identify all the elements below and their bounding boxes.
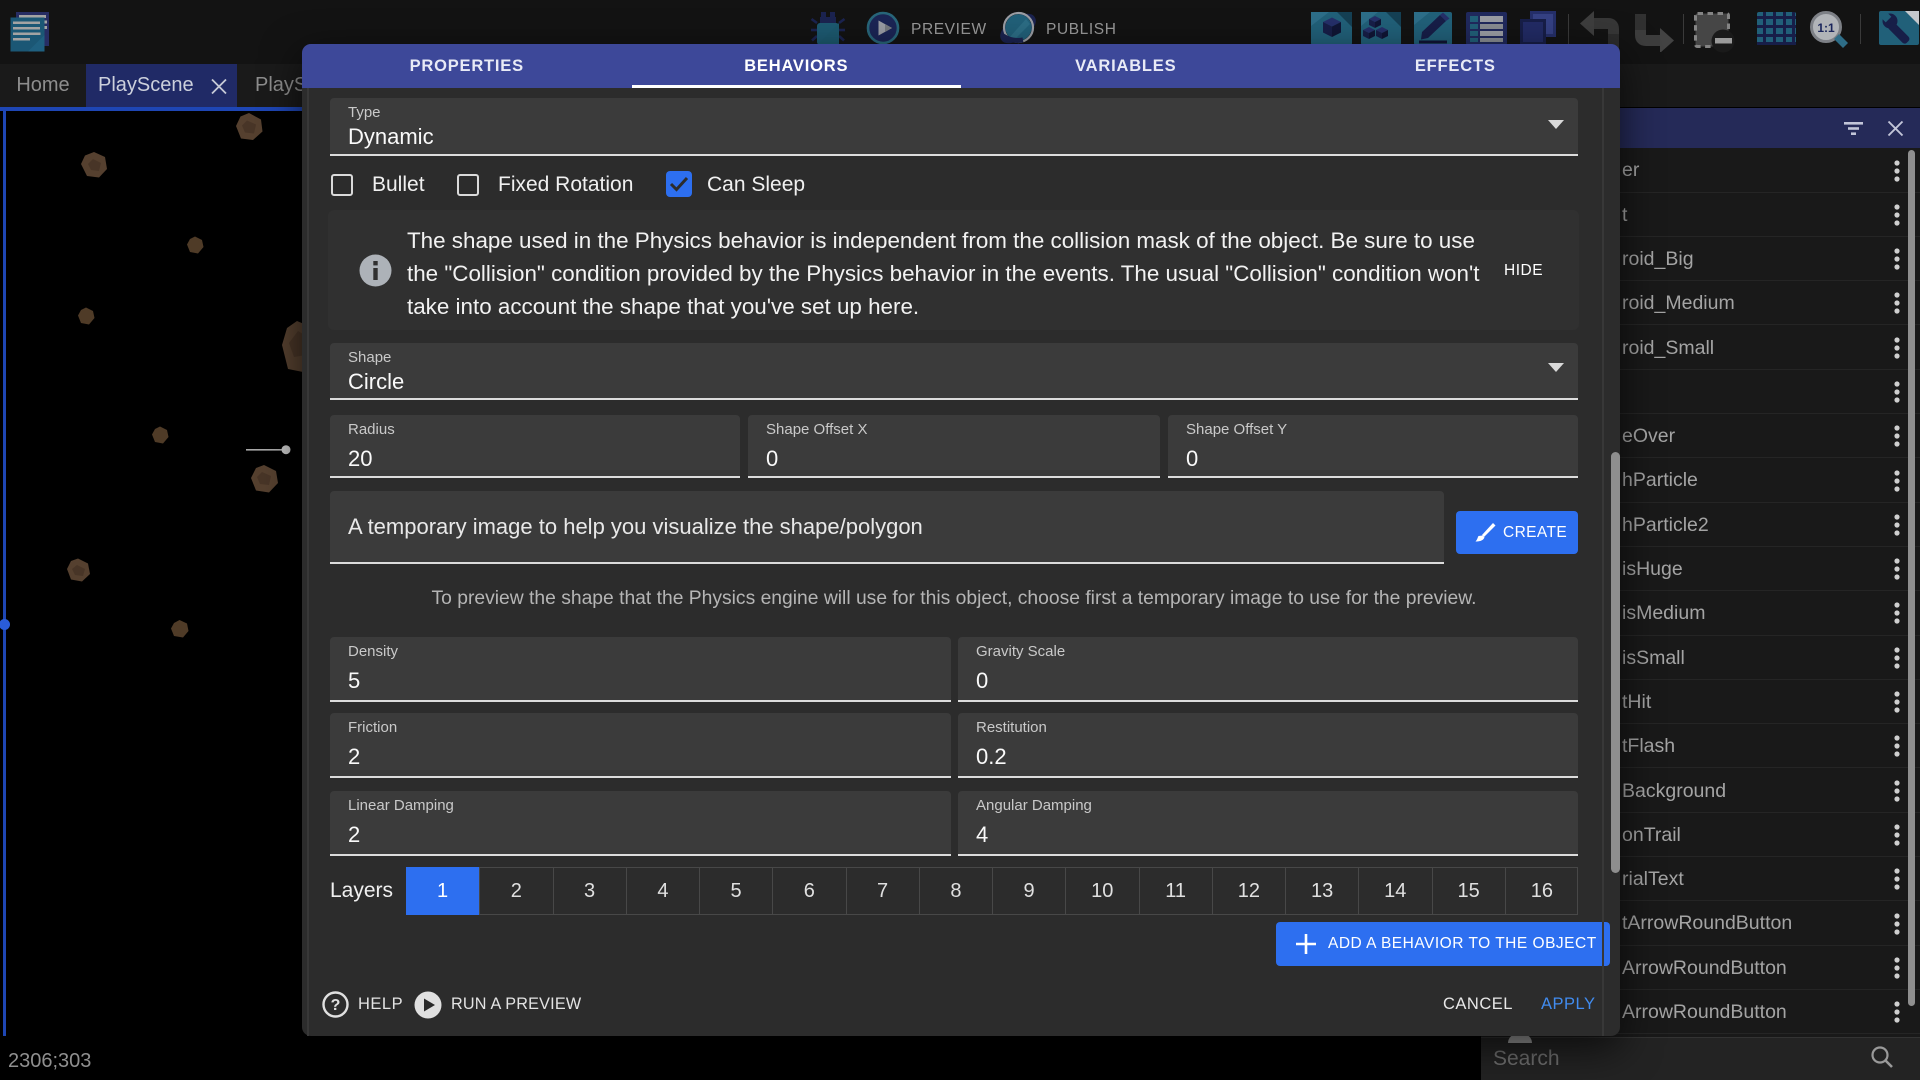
svg-text:1:1: 1:1 bbox=[1817, 21, 1835, 35]
svg-text:?: ? bbox=[331, 997, 341, 1014]
